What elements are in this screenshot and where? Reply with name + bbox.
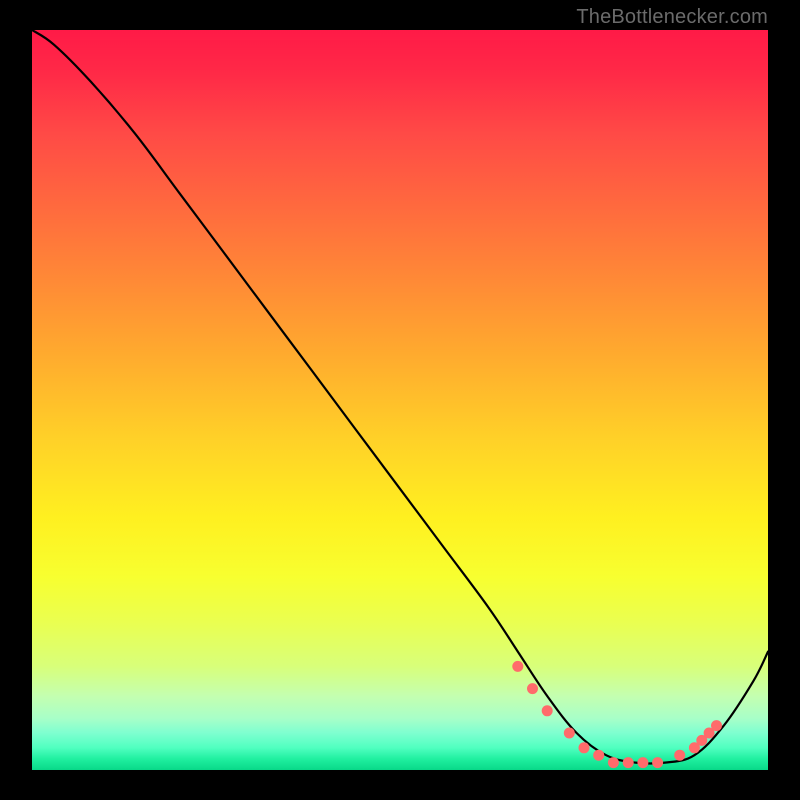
highlight-markers [512, 661, 722, 768]
highlight-point [512, 661, 523, 672]
highlight-point [564, 728, 575, 739]
highlight-point [652, 757, 663, 768]
curve-layer [32, 30, 768, 770]
highlight-point [637, 757, 648, 768]
chart-stage: TheBottlenecker.com [0, 0, 800, 800]
highlight-point [593, 750, 604, 761]
highlight-point [674, 750, 685, 761]
highlight-point [579, 742, 590, 753]
highlight-point [542, 705, 553, 716]
highlight-point [711, 720, 722, 731]
bottleneck-curve-path [32, 30, 768, 764]
plot-area [32, 30, 768, 770]
highlight-point [527, 683, 538, 694]
watermark-text: TheBottlenecker.com [576, 6, 768, 29]
highlight-point [608, 757, 619, 768]
highlight-point [623, 757, 634, 768]
